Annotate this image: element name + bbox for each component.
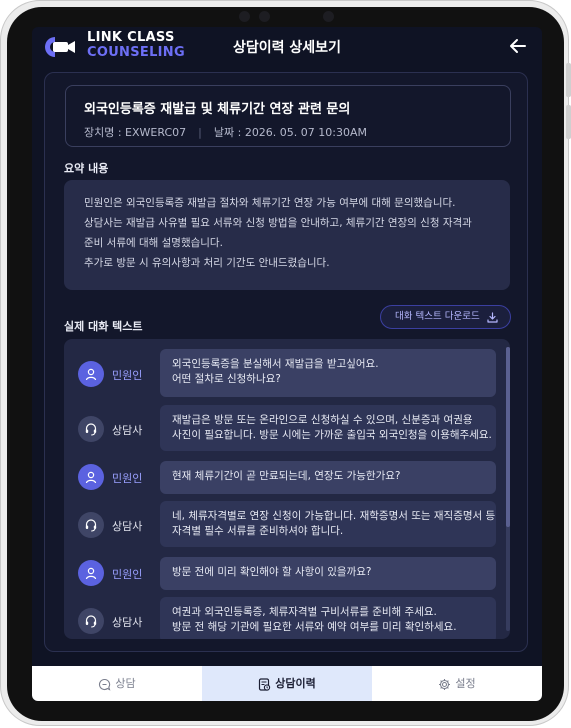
gear-icon <box>439 678 451 690</box>
customer-avatar <box>78 464 104 490</box>
message-line: 재발급은 방문 또는 온라인으로 신청하실 수 있으며, 신분증과 여권용 <box>172 414 473 426</box>
power-button <box>566 105 571 139</box>
detail-panel: 외국인등록증 재발급 및 체류기간 연장 관련 문의 장치명 : EXWERC0… <box>44 72 528 652</box>
download-transcript-button[interactable]: 대화 텍스트 다운로드 <box>380 305 511 329</box>
speaker-label: 민원인 <box>112 568 143 581</box>
speaker-label: 민원인 <box>112 369 143 382</box>
speaker-label: 민원인 <box>112 472 143 485</box>
front-sensor <box>259 11 270 22</box>
meta-divider: | <box>198 126 202 139</box>
message-line: 방문 전 해당 기관에 필요한 서류와 예약 여부를 미리 확인하세요. <box>172 621 457 633</box>
message-line: 방문 전에 미리 확인해야 할 사항이 있을까요? <box>172 566 372 578</box>
transcript-scrollbar[interactable] <box>506 347 510 631</box>
speaker-label: 상담사 <box>112 616 143 629</box>
tab-label: 상담이력 <box>275 677 316 690</box>
app-screen: LINK CLASS COUNSELING 상담이력 상세보기 외국인등록증 재… <box>32 27 542 701</box>
message-line: 여권과 외국인등록증, 체류자격별 구비서류를 준비해 주세요. <box>172 606 437 618</box>
speaker-label: 상담사 <box>112 424 143 437</box>
chat-icon <box>99 678 111 691</box>
summary-box: 민원인은 외국인등록증 재발급 절차와 체류기간 연장 가능 여부에 대해 문의… <box>64 180 510 290</box>
message-line: 사진이 필요합니다. 방문 시에는 가까운 출입국 외국인청을 이용해주세요. <box>172 429 492 441</box>
message-line: 현재 체류기간이 곧 만료되는데, 연장도 가능한가요? <box>172 470 401 482</box>
summary-line: 준비 서류에 대해 설명했습니다. <box>84 237 223 249</box>
history-icon <box>259 677 271 691</box>
counselor-avatar <box>78 416 104 442</box>
transcript-label: 실제 대화 텍스트 <box>64 320 143 333</box>
message-bubble: 방문 전에 미리 확인해야 할 사항이 있을까요? <box>160 557 496 590</box>
tab-label: 설정 <box>455 677 476 690</box>
case-meta: 장치명 : EXWERC07 | 날짜 : 2026. 05. 07 10:30AM <box>84 124 367 140</box>
summary-line: 민원인은 외국인등록증 재발급 절차와 체류기간 연장 가능 여부에 대해 문의… <box>84 197 456 209</box>
message-line: 어떤 절차로 신청하나요? <box>172 373 281 385</box>
message-bubble: 외국인등록증을 분실해서 재발급을 받고싶어요. 어떤 절차로 신청하나요? <box>160 349 496 397</box>
download-label: 대화 텍스트 다운로드 <box>395 311 480 322</box>
user-icon <box>85 567 97 580</box>
message-line: 네, 체류자격별로 연장 신청이 가능합니다. 재학증명서 또는 재직증명서 등 <box>172 510 496 522</box>
summary-label: 요약 내용 <box>64 162 109 175</box>
tablet-frame: LINK CLASS COUNSELING 상담이력 상세보기 외국인등록증 재… <box>0 0 571 726</box>
scrollbar-thumb[interactable] <box>506 347 510 527</box>
message-bubble: 현재 체류기간이 곧 만료되는데, 연장도 가능한가요? <box>160 461 496 494</box>
headset-icon <box>85 423 97 436</box>
transcript-box: 민원인 외국인등록증을 분실해서 재발급을 받고싶어요. 어떤 절차로 신청하나… <box>64 339 510 639</box>
counselor-avatar <box>78 608 104 634</box>
headset-icon <box>85 519 97 532</box>
message-bubble: 재발급은 방문 또는 온라인으로 신청하실 수 있으며, 신분증과 여권용 사진… <box>160 405 496 451</box>
volume-button <box>566 63 571 97</box>
app-header: LINK CLASS COUNSELING 상담이력 상세보기 <box>32 27 542 65</box>
tab-settings[interactable]: 설정 <box>372 666 542 701</box>
download-icon <box>487 312 498 323</box>
tab-label: 상담 <box>115 677 136 690</box>
counselor-avatar <box>78 512 104 538</box>
front-camera-main <box>323 11 334 22</box>
speaker-label: 상담사 <box>112 520 143 533</box>
customer-avatar <box>78 361 104 387</box>
message-line: 외국인등록증을 분실해서 재발급을 받고싶어요. <box>172 358 379 370</box>
message-bubble: 네, 체류자격별로 연장 신청이 가능합니다. 재학증명서 또는 재직증명서 등… <box>160 501 496 547</box>
tab-history[interactable]: 상담이력 <box>202 666 372 701</box>
case-info-card: 외국인등록증 재발급 및 체류기간 연장 관련 문의 장치명 : EXWERC0… <box>65 85 511 147</box>
case-date: 날짜 : 2026. 05. 07 10:30AM <box>213 126 368 139</box>
summary-line: 상담사는 재발급 사유별 필요 서류와 신청 방법을 안내하고, 체류기간 연장… <box>84 217 472 229</box>
device-name: 장치명 : EXWERC07 <box>84 126 187 139</box>
customer-avatar <box>78 560 104 586</box>
bottom-tab-bar: 상담 상담이력 설정 <box>32 666 542 701</box>
summary-line: 추가로 방문 시 유의사항과 처리 기간도 안내드렸습니다. <box>84 257 330 269</box>
back-arrow-icon[interactable] <box>508 36 528 56</box>
user-icon <box>85 471 97 484</box>
message-line: 자격별 필수 서류를 준비하셔야 합니다. <box>172 525 344 537</box>
user-icon <box>85 368 97 381</box>
page-title: 상담이력 상세보기 <box>233 40 341 56</box>
case-title: 외국인등록증 재발급 및 체류기간 연장 관련 문의 <box>84 102 351 117</box>
headset-icon <box>85 615 97 628</box>
front-camera <box>239 11 250 22</box>
tab-counsel[interactable]: 상담 <box>32 666 202 701</box>
message-bubble: 여권과 외국인등록증, 체류자격별 구비서류를 준비해 주세요. 방문 전 해당… <box>160 597 496 639</box>
